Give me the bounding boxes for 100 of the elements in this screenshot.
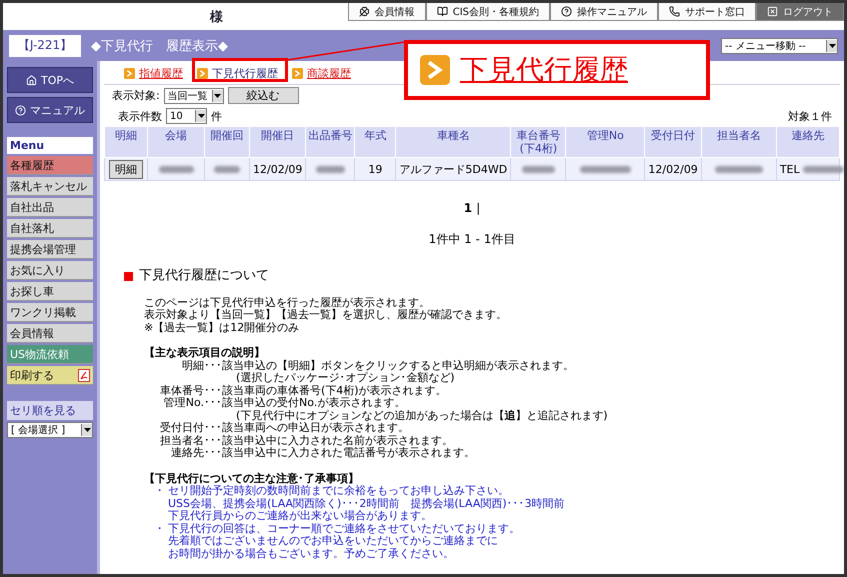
nav-button[interactable]: ログアウト	[756, 3, 844, 21]
table-cell: 12/02/09	[250, 158, 306, 180]
page-number[interactable]: 1	[464, 201, 472, 215]
column-header: 年式	[354, 126, 396, 158]
square-bullet-icon	[124, 272, 133, 281]
sidebar-button[interactable]: マニュアル	[7, 97, 93, 123]
note-text: USS会場、提携会場(LAA関西除く)･･･2時間前 提携会場(LAA関西)･･･3時間前	[168, 496, 565, 510]
explain-text: 該当申込中に入力された名前が表示されます。	[222, 434, 453, 446]
blurred-text	[316, 166, 346, 173]
menu-title: Menu	[7, 137, 93, 154]
venue-select[interactable]: [ 会場選択 ]	[7, 422, 93, 438]
note-text: 下見代行員からのご連絡が出来ない場合があります。	[168, 509, 432, 522]
count-unit: 件	[211, 108, 222, 124]
sidebar-item[interactable]: 自社出品	[7, 198, 93, 217]
section-label: セリ順を見る	[7, 401, 93, 420]
bullet-mark: ・	[154, 485, 166, 498]
term-label: 受付日付･･･	[160, 421, 222, 434]
count-select[interactable]: 10	[166, 108, 207, 124]
customer-name: 様	[208, 9, 224, 27]
explain-text: 該当車両の車体番号(下4桁)が表示されます。	[222, 384, 447, 396]
note-text: お時間が掛かる場合もございます。予めご了承ください。	[168, 546, 454, 560]
caret-icon	[214, 94, 222, 98]
sidebar-item[interactable]: 自社落札	[7, 219, 93, 238]
explain-text: 該当申込の受付No.が表示されます。	[222, 396, 406, 409]
term-label: 連絡先･･･	[171, 446, 222, 459]
arrow-tile-icon	[420, 55, 450, 85]
blurred-text	[522, 166, 556, 173]
note-text: セリ開始予定時刻の数時間前までに余裕をもってお申し込み下さい。	[168, 484, 509, 497]
blurred-text	[715, 166, 763, 173]
column-header: 車種名	[396, 126, 511, 158]
arrow-tile-icon	[124, 68, 135, 79]
detail-button[interactable]: 明細	[109, 160, 143, 178]
term-label: 明細･･･	[182, 358, 222, 372]
sidebar-button[interactable]: TOPへ	[7, 67, 93, 93]
term-label: 管理No.･･･	[164, 396, 222, 409]
table-cell: TEL	[780, 162, 800, 176]
column-header: 出品番号	[306, 126, 355, 158]
column-header: 管理No	[566, 126, 645, 158]
intro-text: 表示対象より【当回一覧】【過去一覧】を選択し、履歴が確認できます。	[144, 308, 507, 321]
column-header: 担当者名	[701, 126, 776, 158]
column-header: 連絡先	[776, 126, 840, 158]
nav-button[interactable]: 会員情報	[348, 3, 426, 21]
intro-text: ※【過去一覧】は12開催分のみ	[144, 320, 300, 334]
club-icon	[358, 6, 370, 17]
tab[interactable]: 商談履歴	[292, 66, 351, 81]
arrow-tile-icon	[197, 68, 208, 79]
column-header: 受付日付	[644, 126, 702, 158]
explain-heading: 【主な表示項目の説明】	[144, 346, 265, 359]
member-code: 【J-221】	[9, 34, 81, 56]
table-cell: 19	[354, 158, 396, 180]
sidebar-item[interactable]: 会員情報	[7, 324, 93, 343]
blurred-text	[214, 166, 240, 173]
filter-label: 表示対象:	[112, 88, 160, 103]
caret-icon	[84, 428, 90, 432]
explain-text: (下見代行中にオプションなどの追加があった場合は【追】と追記されます)	[236, 408, 608, 422]
sidebar-item[interactable]: ワンクリ掲載	[7, 303, 93, 322]
explain-text: (選択したパッケージ･オプション･金額など)	[236, 371, 455, 384]
callout-label: 下見代行履歴	[460, 52, 628, 88]
table-cell: アルファード5D4WD	[396, 158, 511, 180]
sidebar-item[interactable]: お気に入り	[7, 261, 93, 280]
column-header: 開催日	[250, 126, 306, 158]
column-header: 車台番号 (下4桁)	[510, 126, 566, 158]
sidebar-item[interactable]: 各種履歴	[7, 156, 93, 175]
note-text: 先着順ではございませんのでお申込をいただいてからご連絡までに	[168, 534, 498, 547]
page-separator: |	[476, 201, 480, 215]
column-header: 開催回	[204, 126, 250, 158]
nav-button[interactable]: 操作マニュアル	[550, 3, 658, 21]
book-icon	[436, 6, 448, 17]
home-icon	[26, 74, 37, 86]
bullet-mark: ・	[154, 522, 166, 535]
filter-button[interactable]: 絞込む	[228, 87, 299, 104]
note-text: 下見代行の回答は、コーナー順でご連絡をさせていただいております。	[168, 522, 520, 534]
sidebar-item[interactable]: 落札キャンセル	[7, 177, 93, 196]
explain-text: 該当車両への申込日が表示されます。	[222, 421, 409, 434]
pdf-icon	[78, 368, 90, 382]
column-header: 会場	[148, 126, 204, 158]
sidebar-item[interactable]: お探し車	[7, 282, 93, 301]
caret-icon	[828, 44, 836, 48]
tab[interactable]: 下見代行履歴	[197, 66, 278, 81]
sidebar-item[interactable]: 印刷する	[7, 366, 93, 385]
table-cell: 12/02/09	[644, 158, 702, 180]
explain-text: 該当申込の【明細】ボタンをクリックすると申込明細が表示されます。	[222, 358, 574, 372]
blurred-text	[158, 166, 194, 173]
term-label: 車体番号･･･	[160, 384, 222, 396]
sidebar-item[interactable]: 提携会場管理	[7, 240, 93, 259]
menu-select[interactable]: -- メニュー移動 --	[721, 38, 838, 54]
nav-button[interactable]: サポート窓口	[658, 3, 756, 21]
term-label: 担当者名･･･	[160, 434, 222, 446]
notes-heading: 【下見代行についての主な注意･了承事項】	[144, 472, 359, 484]
explain-text: 該当申込中に入力された電話番号が表示されます。	[222, 446, 475, 459]
nav-button[interactable]: CIS会則・各種規約	[426, 3, 550, 21]
result-summary: 1件中 1 - 1件目	[428, 232, 516, 246]
blurred-text	[803, 166, 844, 173]
page-title: ◆下見代行 履歴表示◆	[91, 38, 228, 54]
filter-select[interactable]: 当回一覧	[164, 88, 224, 104]
help-icon	[15, 104, 26, 116]
tab[interactable]: 指値履歴	[124, 66, 183, 81]
intro-text: このページは下見代行申込を行った履歴が表示されます。	[144, 296, 430, 308]
count-label: 表示件数	[118, 108, 162, 124]
column-header: 明細	[104, 126, 148, 158]
